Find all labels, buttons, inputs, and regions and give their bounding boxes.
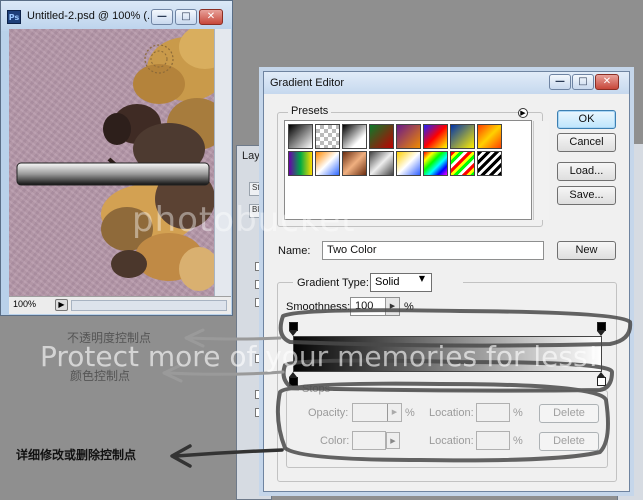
annotation-overlay [162,308,633,468]
watermark-protect: Protect more of your memories for less! [40,340,599,373]
arrow-stops-line [174,448,284,458]
stops-detail-oval [275,381,610,463]
watermark-logo: photobucket [132,200,356,240]
arrow-opacity-line [188,336,282,341]
annotation-edit-delete: 详细修改或删除控制点 [16,448,137,462]
